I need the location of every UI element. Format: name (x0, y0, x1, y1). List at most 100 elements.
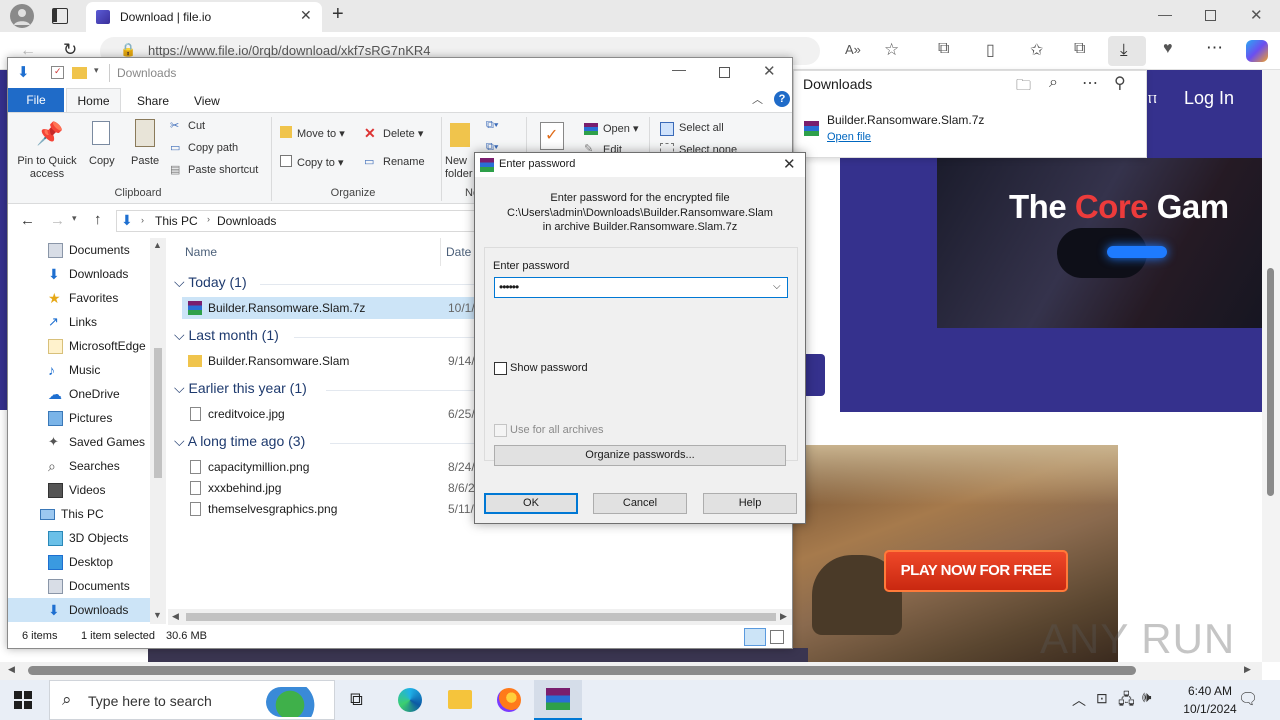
password-history-dropdown-icon[interactable]: ⌵ (773, 281, 781, 292)
show-hidden-icons-icon[interactable]: ︿ (1072, 690, 1086, 710)
pin-icon[interactable]: ⚲ (1114, 73, 1126, 93)
read-aloud-icon[interactable]: A» (845, 42, 861, 57)
profile-icon[interactable] (10, 4, 34, 28)
back-arrow-icon[interactable]: ← (20, 212, 35, 229)
group-long-time-ago[interactable]: ⌵ A long time ago (3) (174, 433, 305, 450)
nav-pictures[interactable]: Pictures (48, 406, 112, 430)
new-folder-quick-icon[interactable] (72, 67, 87, 79)
file-list-scroll-thumb[interactable] (186, 613, 776, 621)
recent-dropdown-icon[interactable]: ▾ (72, 213, 77, 224)
download-button-edge[interactable] (804, 354, 825, 396)
cut-button[interactable]: Cut (188, 120, 205, 132)
extensions-icon[interactable]: ⧉ (938, 40, 949, 58)
login-link[interactable]: Log In (1184, 88, 1234, 109)
favorites-icon[interactable]: ✩ (1030, 40, 1043, 60)
qat-dropdown-icon[interactable]: ▾ (94, 65, 99, 76)
tab-file[interactable]: File (8, 88, 64, 112)
nav-this-pc[interactable]: This PC (40, 502, 104, 526)
rename-button[interactable]: Rename (383, 156, 425, 168)
notifications-icon[interactable]: 🗨 (1238, 689, 1258, 709)
column-name[interactable]: Name (185, 245, 217, 259)
properties-icon[interactable]: ✓ (51, 66, 64, 79)
task-view-icon[interactable]: ⧉ (350, 689, 363, 710)
taskbar-search-box[interactable]: ⌕ Type here to search (49, 680, 335, 720)
help-button[interactable]: Help (703, 493, 797, 514)
nav-downloads[interactable]: ⬇ Downloads (48, 262, 128, 286)
password-input[interactable]: •••••• ⌵ (494, 277, 788, 298)
file-row-builder-folder[interactable]: Builder.Ransomware.Slam 9/14/ (182, 350, 474, 372)
group-last-month[interactable]: ⌵ Last month (1) (174, 327, 279, 344)
windows-start-icon[interactable] (14, 691, 32, 709)
explorer-minimize-icon[interactable]: — (672, 61, 686, 77)
nav-favorites[interactable]: ★ Favorites (48, 286, 118, 310)
performance-icon[interactable]: ♥ (1163, 40, 1173, 58)
tab-share[interactable]: Share (137, 94, 169, 108)
restore-icon[interactable] (1205, 10, 1216, 21)
favorite-star-icon[interactable]: ☆ (884, 40, 899, 60)
dialog-close-icon[interactable]: ✕ (783, 155, 796, 173)
properties-large-icon[interactable]: ✓ (540, 122, 564, 150)
firefox-taskbar-icon[interactable] (497, 688, 521, 712)
use-for-all-checkbox[interactable] (494, 424, 507, 437)
nav-downloads-pc[interactable]: ⬇ Downloads (8, 598, 150, 622)
file-row-capacitymillion[interactable]: capacitymillion.png 8/24/ (182, 456, 474, 478)
file-row-builder-7z[interactable]: Builder.Ransomware.Slam.7z 10/1/ (182, 297, 474, 319)
minimize-icon[interactable]: — (1158, 6, 1172, 22)
nav-videos[interactable]: Videos (48, 478, 105, 502)
organize-passwords-button[interactable]: Organize passwords... (494, 445, 786, 466)
tab-home[interactable]: Home (66, 88, 121, 113)
nav-onedrive[interactable]: ☁ OneDrive (48, 382, 120, 406)
open-folder-icon[interactable]: 🗀 (1016, 75, 1031, 100)
nav-documents[interactable]: Documents (48, 238, 130, 262)
large-icons-view-icon[interactable] (770, 630, 784, 644)
nav-desktop[interactable]: Desktop (48, 550, 113, 574)
download-file-name[interactable]: Builder.Ransomware.Slam.7z (827, 113, 984, 127)
move-to-button[interactable]: Move to ▾ (297, 127, 345, 140)
paste-shortcut-button[interactable]: Paste shortcut (188, 164, 258, 176)
paste-button[interactable]: Paste (131, 155, 159, 167)
nav-documents-pc[interactable]: Documents (48, 574, 130, 598)
nav-link-fragment[interactable]: Ⲡ (1148, 92, 1157, 107)
edge-taskbar-icon[interactable] (398, 688, 422, 712)
page-vertical-scrollbar[interactable] (1262, 70, 1280, 662)
more-options-icon[interactable]: ⋯ (1082, 73, 1098, 93)
copy-button[interactable]: Copy (89, 155, 115, 167)
show-password-checkbox[interactable] (494, 362, 507, 375)
column-date[interactable]: Date (446, 245, 471, 259)
nav-searches[interactable]: ⌕ Searches (48, 454, 120, 478)
winrar-taskbar-button[interactable] (534, 680, 582, 720)
play-now-button[interactable]: PLAY NOW FOR FREE (884, 550, 1068, 592)
file-row-creditvoice[interactable]: creditvoice.jpg 6/25/ (182, 403, 474, 425)
network-status-icon[interactable]: ⊡ (1096, 690, 1108, 707)
copilot-icon[interactable] (1246, 40, 1268, 62)
group-earlier-this-year[interactable]: ⌵ Earlier this year (1) (174, 380, 307, 397)
select-all-button[interactable]: Select all (679, 122, 724, 134)
new-tab-icon[interactable]: + (332, 3, 344, 26)
cancel-button[interactable]: Cancel (593, 493, 687, 514)
nav-3d-objects[interactable]: 3D Objects (48, 526, 128, 550)
close-tab-icon[interactable]: ✕ (300, 7, 312, 24)
nav-links[interactable]: ↗ Links (48, 310, 97, 334)
copy-path-button[interactable]: Copy path (188, 142, 238, 154)
tab-actions-icon[interactable] (52, 8, 68, 24)
tab-view[interactable]: View (194, 94, 220, 108)
ethernet-icon[interactable]: 🖧 (1118, 689, 1135, 714)
nav-scrollbar[interactable]: ▲ ▼ (150, 238, 166, 624)
scroll-thumb[interactable] (28, 666, 1136, 675)
help-icon[interactable]: ? (774, 91, 790, 107)
page-horizontal-scrollbar[interactable]: ◀ ▶ (0, 662, 1262, 680)
collapse-ribbon-icon[interactable]: ︿ (752, 91, 763, 107)
new-item-icon[interactable]: ⧉▾ (486, 119, 498, 132)
open-button[interactable]: Open ▾ (603, 122, 639, 135)
ok-button[interactable]: OK (484, 493, 578, 514)
downloads-button[interactable]: ⤓ (1108, 36, 1146, 66)
file-row-themselvesgraphics[interactable]: themselvesgraphics.png 5/11/ (182, 498, 474, 520)
browser-tab[interactable]: Download | file.io ✕ (86, 2, 322, 32)
copy-to-button[interactable]: Copy to ▾ (297, 156, 344, 169)
nav-scroll-thumb[interactable] (154, 348, 162, 478)
breadcrumb-this-pc[interactable]: This PC (155, 214, 198, 228)
nav-microsoftedge[interactable]: MicrosoftEdge (48, 334, 146, 358)
file-explorer-taskbar-icon[interactable] (448, 690, 472, 709)
clock-time[interactable]: 6:40 AM (1172, 684, 1248, 698)
pin-quick-access-button[interactable]: Pin to Quick access (14, 155, 80, 181)
